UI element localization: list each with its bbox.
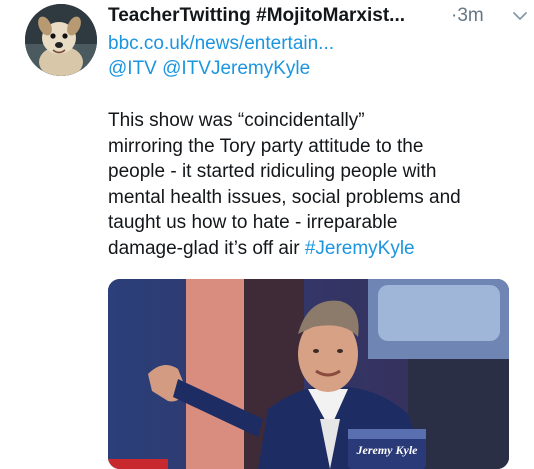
avatar[interactable]	[25, 4, 97, 76]
tweet-text-last: damage-glad it’s off air	[108, 237, 305, 259]
display-name[interactable]: TeacherTwitting #MojitoMarxist...	[108, 5, 405, 26]
studio-photo: Jeremy Kyle	[108, 279, 509, 469]
tweet-text-line: damage-glad it’s off air #JeremyKyle	[108, 236, 513, 262]
tweet-text-line: mirroring the Tory party attitude to the	[108, 135, 424, 157]
media-caption: Jeremy Kyle	[356, 443, 419, 457]
article-link[interactable]: bbc.co.uk/news/entertain...	[108, 32, 334, 56]
media-image[interactable]: Jeremy Kyle	[108, 279, 509, 469]
tweet-text-line: taught us how to hate - irreparable	[108, 212, 398, 233]
chevron-down-icon[interactable]	[513, 11, 527, 21]
tweet[interactable]: TeacherTwitting #MojitoMarxist... ·3m bb…	[0, 0, 534, 469]
tweet-text-line: mental health issues, social problems an…	[108, 186, 461, 208]
dog-avatar-image	[25, 4, 97, 76]
tweet-text-line: This show was “coincidentally”	[108, 110, 365, 131]
hashtag-link[interactable]: #JeremyKyle	[305, 238, 415, 259]
tweet-header: TeacherTwitting #MojitoMarxist... ·3m	[108, 4, 528, 28]
timestamp[interactable]: ·3m	[451, 4, 484, 28]
tweet-text: This show was “coincidentally” mirroring…	[108, 108, 513, 261]
tweet-text-line: people - it started ridiculing people wi…	[108, 161, 437, 182]
mentions[interactable]: @ITV @ITVJeremyKyle	[108, 57, 310, 81]
